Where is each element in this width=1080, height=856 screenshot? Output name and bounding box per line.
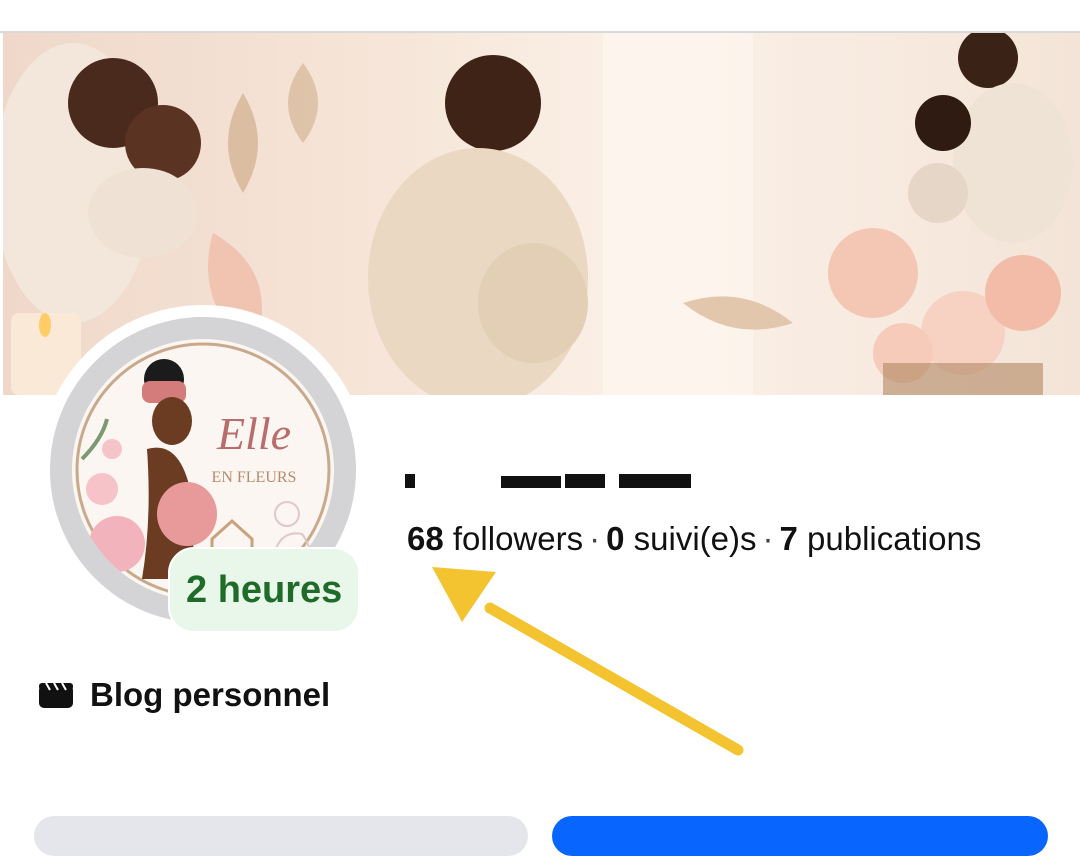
following-count: 0 xyxy=(606,520,625,557)
status-badge-label: 2 heures xyxy=(186,568,343,611)
profile-stats: 68 followers · 0 suivi(e)s · 7 publications xyxy=(407,520,981,558)
status-badge: 2 heures xyxy=(168,547,361,633)
page-name-redacted xyxy=(405,450,705,496)
top-divider xyxy=(0,0,1080,33)
followers-label[interactable]: followers xyxy=(453,520,583,557)
logo-title: Elle xyxy=(216,408,291,459)
separator: · xyxy=(589,520,601,557)
following-label[interactable]: suivi(e)s xyxy=(634,520,757,557)
category-label: Blog personnel xyxy=(90,676,331,713)
logo-subtitle: EN FLEURS xyxy=(212,469,297,486)
page-category: Blog personnel xyxy=(38,676,330,714)
posts-label: publications xyxy=(807,520,982,557)
clapperboard-icon xyxy=(38,681,74,709)
primary-action-button[interactable] xyxy=(552,816,1048,856)
followers-count: 68 xyxy=(407,520,444,557)
posts-count: 7 xyxy=(779,520,798,557)
secondary-action-button[interactable] xyxy=(34,816,528,856)
separator: · xyxy=(762,520,774,557)
